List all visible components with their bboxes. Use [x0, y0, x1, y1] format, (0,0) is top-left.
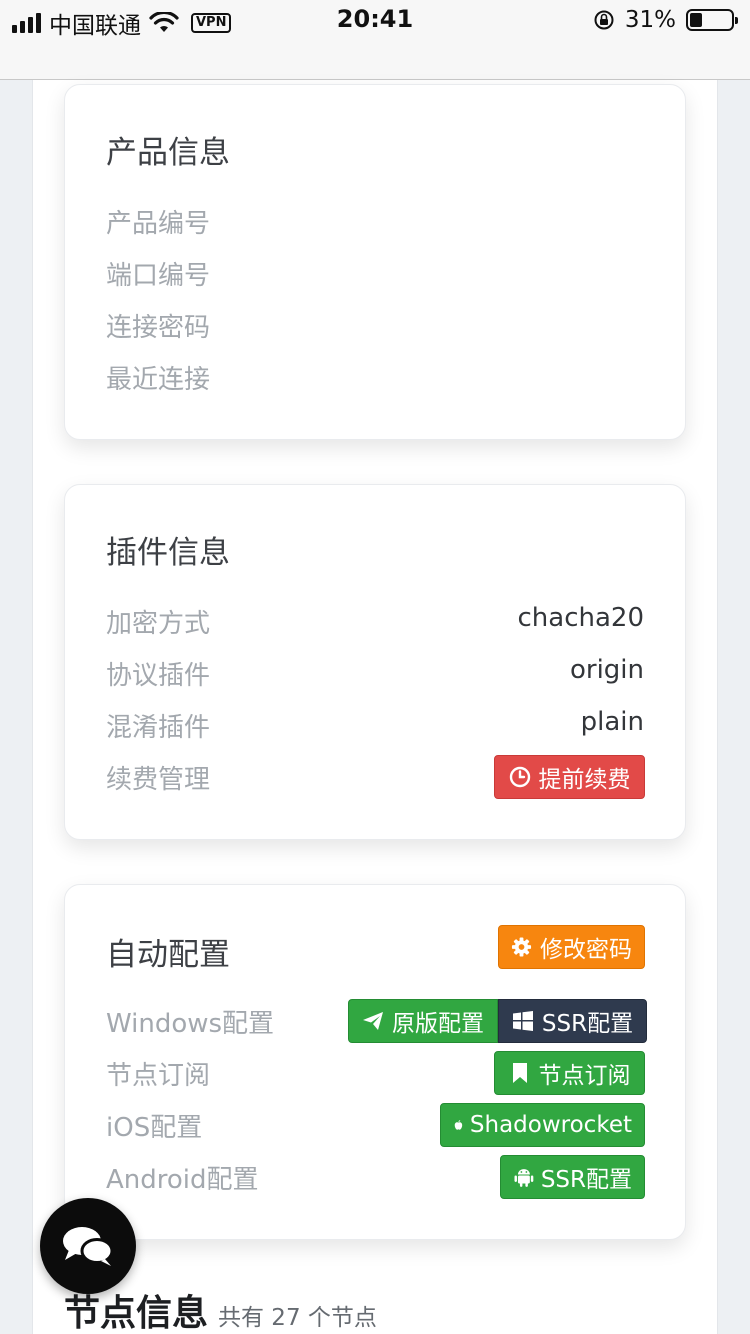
row-label: 最近连接 [106, 365, 211, 395]
status-bar: 中国联通 VPN 20:41 31% [0, 0, 750, 40]
row-label: 混淆插件 [106, 713, 211, 743]
row-label: 连接密码 [106, 313, 211, 343]
subscribe-button[interactable]: 节点订阅 [494, 1051, 645, 1095]
row-label: Android配置 [106, 1165, 259, 1195]
android-button-label: SSR配置 [540, 1167, 632, 1193]
android-icon [514, 1169, 534, 1187]
windows-ssr-config-button[interactable]: SSR配置 [498, 999, 647, 1043]
row-value: origin [569, 655, 644, 685]
android-ssr-config-button[interactable]: SSR配置 [500, 1155, 645, 1199]
battery-icon [686, 9, 738, 31]
row-value: chacha20 [517, 603, 645, 633]
ios-shadowrocket-button[interactable]: Shadowrocket [440, 1103, 645, 1147]
card-title: 插件信息 [106, 535, 230, 571]
row-label: 节点订阅 [106, 1061, 211, 1091]
row-label: Windows配置 [106, 1009, 275, 1039]
bookmark-icon [512, 1063, 527, 1083]
windows-original-label: 原版配置 [392, 1011, 484, 1037]
card-title: 自动配置 [106, 937, 230, 973]
windows-ssr-label: SSR配置 [541, 1011, 634, 1037]
row-label: 续费管理 [106, 765, 211, 795]
card-title: 产品信息 [106, 135, 230, 171]
renew-button-label: 提前续费 [538, 767, 631, 793]
battery-level [690, 13, 703, 27]
browser-top-bar [0, 40, 750, 80]
paper-plane-icon [363, 1012, 383, 1030]
battery-percent: 31% [624, 7, 676, 33]
row-label: 产品编号 [106, 209, 211, 239]
windows-original-config-button[interactable]: 原版配置 [348, 999, 498, 1043]
renew-button[interactable]: 提前续费 [494, 755, 645, 799]
subscribe-label: 节点订阅 [538, 1063, 631, 1089]
chat-bubbles-icon [63, 1227, 114, 1266]
row-label: 端口编号 [106, 261, 211, 291]
gear-icon [511, 937, 532, 957]
rotation-lock-icon [594, 10, 614, 30]
change-password-label: 修改密码 [540, 937, 632, 963]
plugin-info-card: 插件信息 加密方式 chacha20 协议插件 origin 混淆插件 plai… [64, 484, 686, 840]
row-label: iOS配置 [106, 1113, 203, 1143]
change-password-button[interactable]: 修改密码 [498, 925, 645, 969]
product-info-card: 产品信息 产品编号 端口编号 连接密码 最近连接 [64, 84, 686, 440]
row-value: plain [580, 707, 644, 737]
clock-icon [509, 766, 530, 788]
ios-button-label: Shadowrocket [469, 1112, 632, 1138]
row-label: 加密方式 [106, 609, 211, 639]
chat-button[interactable] [40, 1198, 136, 1294]
status-right: 31% [593, 7, 738, 33]
windows-icon [512, 1011, 533, 1031]
row-label: 协议插件 [106, 661, 211, 691]
nodes-count: 共有 27 个节点 [218, 1305, 377, 1331]
apple-icon [454, 1120, 463, 1130]
auto-config-card: 自动配置 修改密码 Windows配置 原版配置 SSR配置 节点订阅 节点订阅… [64, 884, 686, 1240]
